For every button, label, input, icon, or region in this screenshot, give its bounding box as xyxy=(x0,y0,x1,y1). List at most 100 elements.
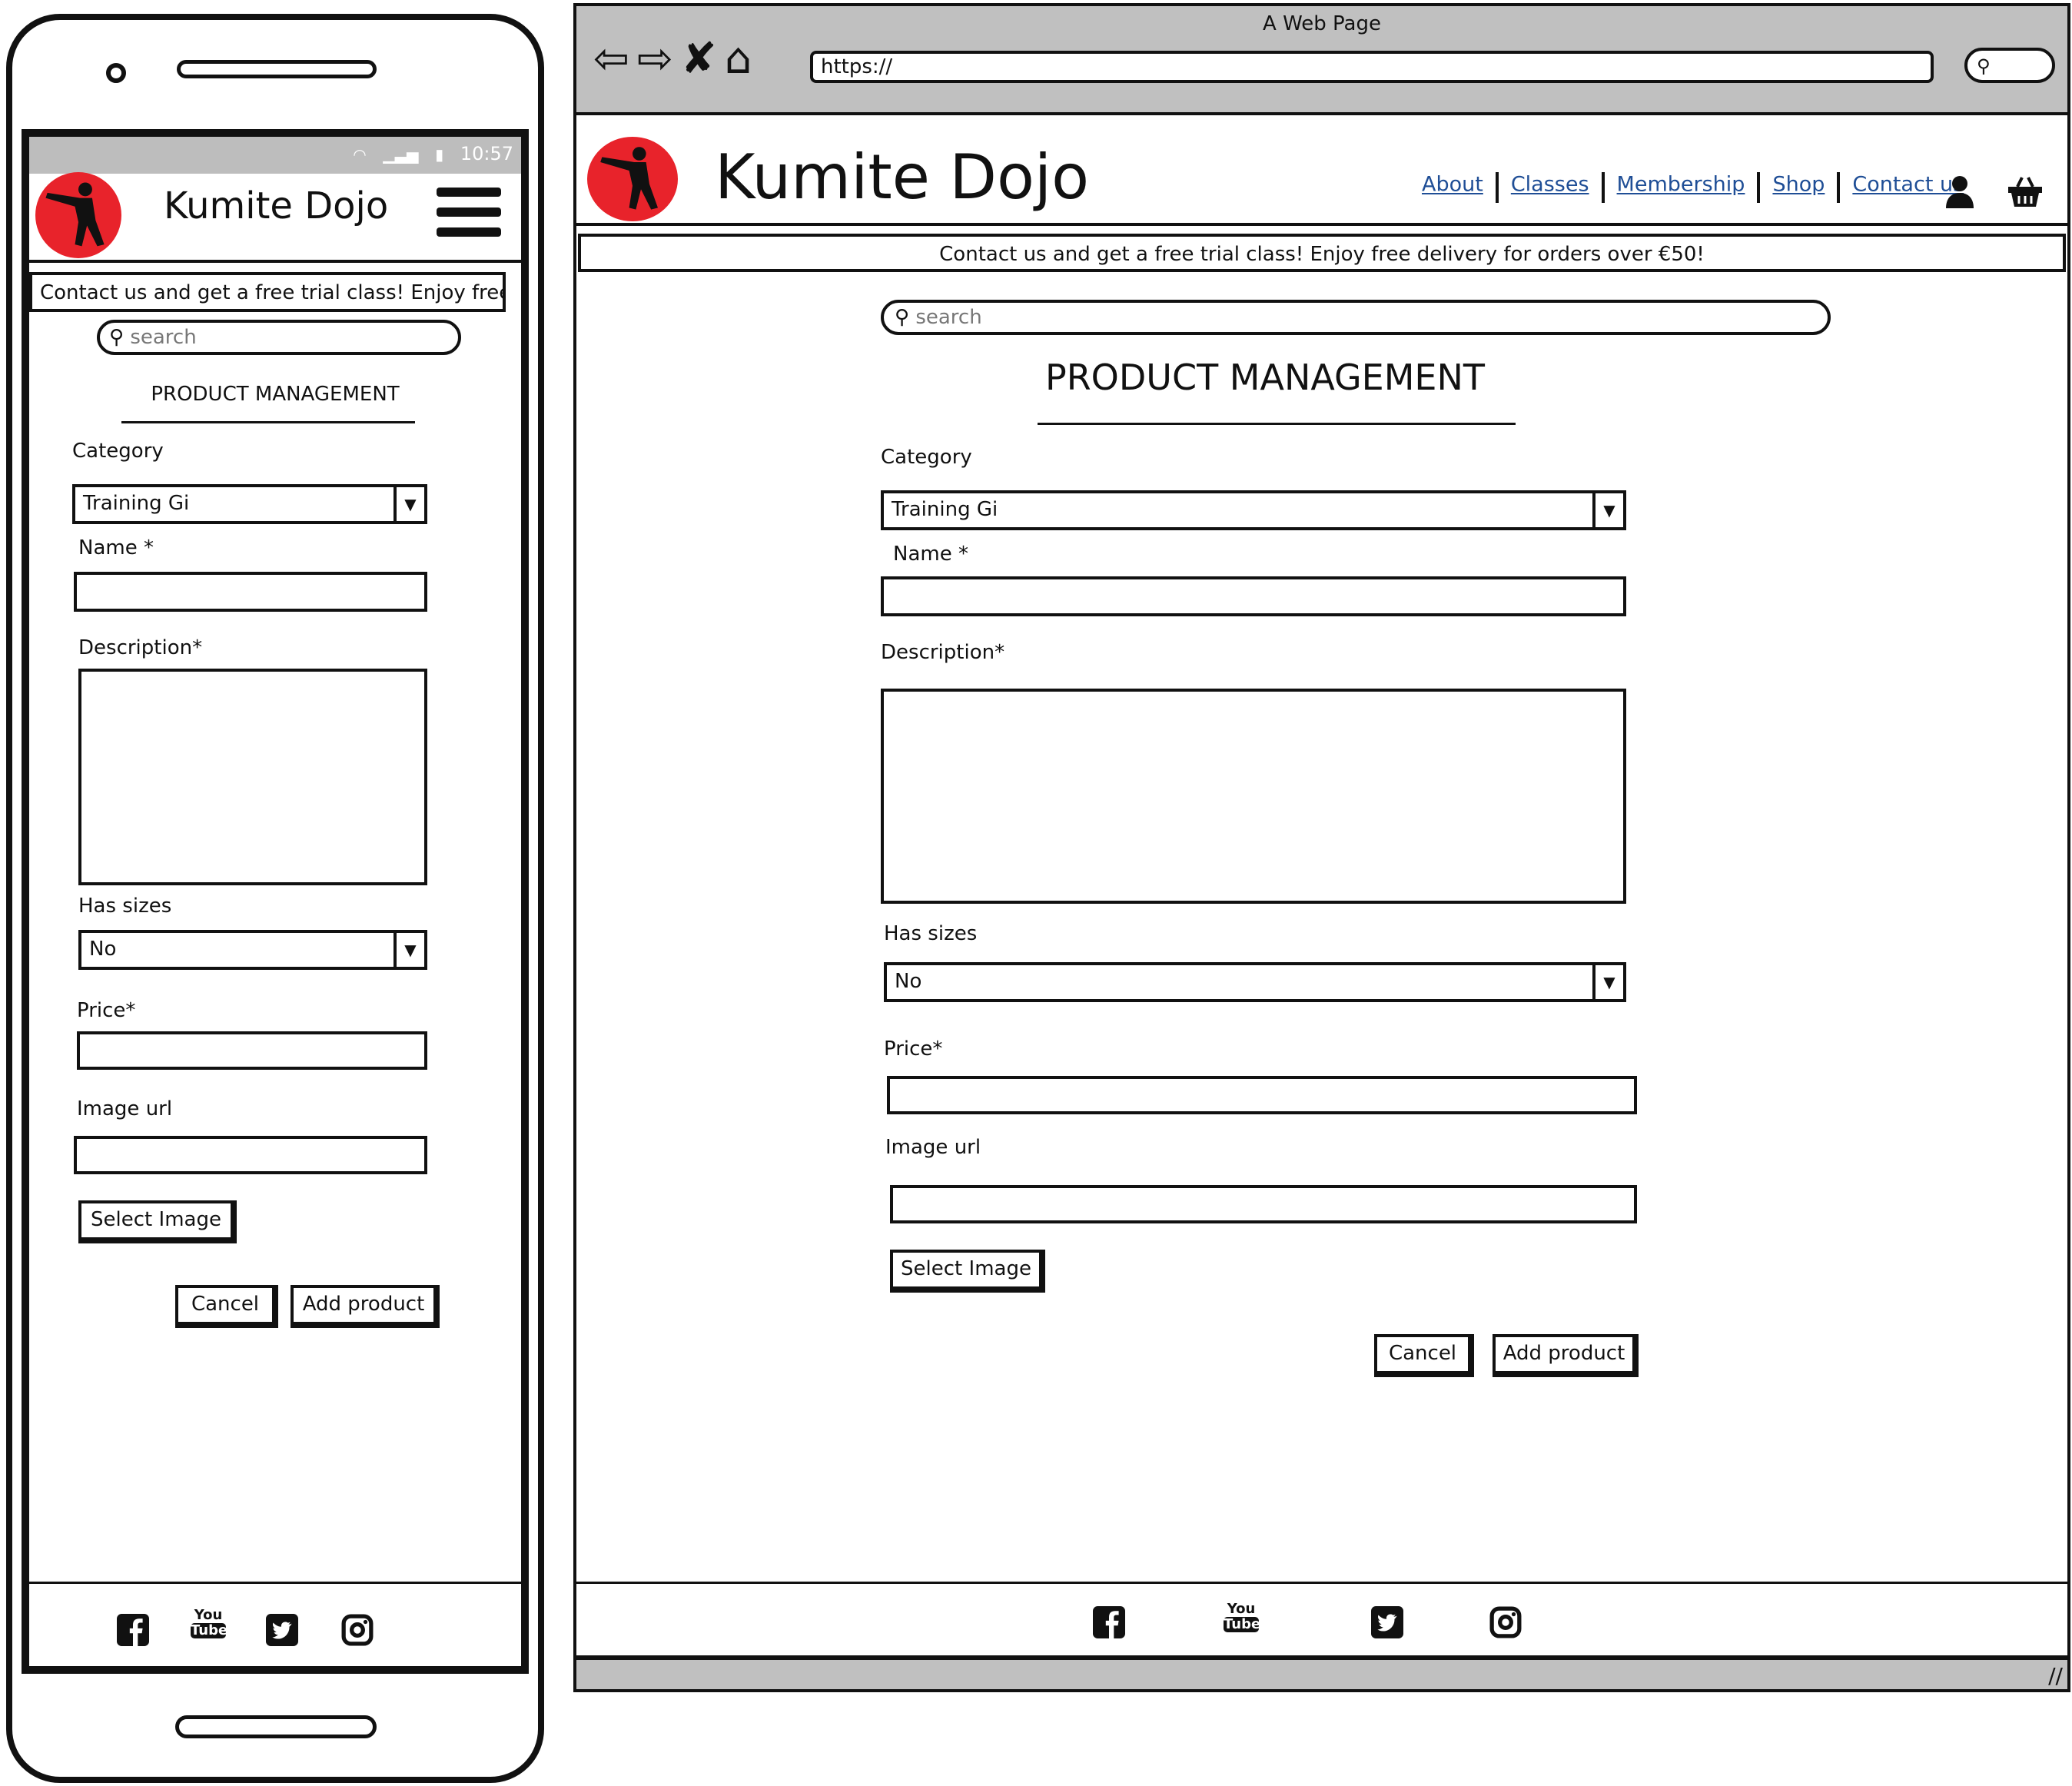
phone-home-button[interactable] xyxy=(175,1715,377,1738)
instagram-icon[interactable] xyxy=(1489,1606,1522,1638)
karate-kick-icon xyxy=(600,147,658,210)
category-value: Training Gi xyxy=(83,492,190,515)
browser-search-button[interactable]: ⚲ xyxy=(1964,48,2055,83)
window-title: A Web Page xyxy=(1263,12,1381,35)
phone-camera xyxy=(106,63,126,83)
brand-logo[interactable] xyxy=(35,172,121,258)
price-label: Price* xyxy=(884,1037,943,1061)
resize-grip-icon[interactable]: // xyxy=(2048,1663,2063,1688)
description-label: Description* xyxy=(881,641,1005,664)
chevron-down-icon[interactable]: ▼ xyxy=(1592,965,1623,999)
promo-banner: Contact us and get a free trial class! E… xyxy=(29,272,506,312)
footer-divider xyxy=(29,1582,521,1584)
nav-separator xyxy=(1837,172,1841,203)
price-input[interactable] xyxy=(887,1076,1637,1114)
add-product-button[interactable]: Add product xyxy=(1493,1334,1639,1377)
karate-kick-icon xyxy=(45,182,105,247)
description-textarea[interactable] xyxy=(881,689,1626,904)
promo-banner-text: Contact us and get a free trial class! E… xyxy=(939,243,1705,266)
search-placeholder: search xyxy=(130,326,197,349)
twitter-icon[interactable] xyxy=(266,1614,298,1646)
category-label: Category xyxy=(881,446,972,469)
brand-title[interactable]: Kumite Dojo xyxy=(715,141,1089,213)
address-bar[interactable]: https:// xyxy=(810,51,1934,83)
name-input[interactable] xyxy=(881,576,1626,616)
wifi-icon: ◠ xyxy=(353,145,367,164)
browser-status-bar: // xyxy=(576,1655,2067,1689)
phone-status-bar: ◠ ▁▃▅ ▮ 10:57 xyxy=(29,137,521,174)
cancel-button[interactable]: Cancel xyxy=(1374,1334,1474,1377)
nav-link-classes[interactable]: Classes xyxy=(1511,173,1589,197)
title-underline xyxy=(121,421,415,423)
main-nav: About Classes Membership Shop Contact us xyxy=(1422,172,1964,203)
header-divider xyxy=(576,223,2067,226)
forward-arrow-icon[interactable]: ⇨ xyxy=(637,34,681,84)
search-placeholder: search xyxy=(915,306,982,329)
nav-link-shop[interactable]: Shop xyxy=(1772,173,1825,197)
description-textarea[interactable] xyxy=(78,669,427,885)
facebook-icon[interactable] xyxy=(1093,1606,1125,1638)
search-icon: ⚲ xyxy=(1977,55,1991,77)
cancel-button[interactable]: Cancel xyxy=(175,1285,278,1328)
has-sizes-label: Has sizes xyxy=(884,922,978,945)
nav-separator xyxy=(1601,172,1605,203)
category-value: Training Gi xyxy=(892,498,998,521)
nav-link-membership[interactable]: Membership xyxy=(1617,173,1745,197)
youtube-icon[interactable]: You Tube xyxy=(191,1608,227,1638)
back-arrow-icon[interactable]: ⇦ xyxy=(593,34,637,84)
image-url-label: Image url xyxy=(77,1097,173,1120)
has-sizes-select[interactable]: No ▼ xyxy=(78,930,427,970)
has-sizes-value: No xyxy=(89,938,117,961)
category-select[interactable]: Training Gi ▼ xyxy=(881,490,1626,530)
brand-logo[interactable] xyxy=(587,137,678,221)
category-label: Category xyxy=(72,440,164,463)
browser-toolbar: A Web Page ⇦⇨✘⌂ https:// ⚲ xyxy=(576,6,2067,115)
youtube-icon[interactable]: You Tube xyxy=(1224,1602,1260,1632)
select-image-button[interactable]: Select Image xyxy=(890,1250,1045,1293)
battery-icon: ▮ xyxy=(435,145,444,164)
category-select[interactable]: Training Gi ▼ xyxy=(72,484,427,524)
brand-title[interactable]: Kumite Dojo xyxy=(164,184,388,227)
promo-banner: Contact us and get a free trial class! E… xyxy=(578,234,2066,272)
hamburger-menu-icon[interactable] xyxy=(437,188,501,247)
image-url-input[interactable] xyxy=(74,1136,427,1174)
price-input[interactable] xyxy=(77,1031,427,1070)
name-label: Name * xyxy=(893,543,968,566)
user-icon[interactable] xyxy=(1944,174,1975,208)
name-label: Name * xyxy=(78,536,154,559)
nav-link-about[interactable]: About xyxy=(1422,173,1483,197)
stop-icon[interactable]: ✘ xyxy=(681,34,725,84)
basket-icon[interactable] xyxy=(2007,174,2044,208)
browser-window: A Web Page ⇦⇨✘⌂ https:// ⚲ Kumite Dojo A… xyxy=(573,3,2070,1692)
instagram-icon[interactable] xyxy=(341,1614,374,1646)
search-input[interactable]: ⚲ search xyxy=(881,300,1831,335)
chevron-down-icon[interactable]: ▼ xyxy=(393,487,424,521)
status-time: 10:57 xyxy=(460,143,513,164)
image-url-input[interactable] xyxy=(890,1185,1637,1223)
chevron-down-icon[interactable]: ▼ xyxy=(393,933,424,967)
description-label: Description* xyxy=(78,636,203,659)
phone-speaker xyxy=(177,60,377,78)
facebook-icon[interactable] xyxy=(117,1614,149,1646)
page-title: PRODUCT MANAGEMENT xyxy=(151,383,400,406)
search-icon: ⚲ xyxy=(895,306,910,329)
signal-icon: ▁▃▅ xyxy=(383,145,419,164)
promo-banner-text: Contact us and get a free trial class! E… xyxy=(40,281,506,304)
title-underline xyxy=(1038,423,1516,425)
has-sizes-label: Has sizes xyxy=(78,895,172,918)
add-product-button[interactable]: Add product xyxy=(291,1285,440,1328)
search-input[interactable]: ⚲ search xyxy=(97,320,461,355)
footer-divider xyxy=(576,1582,2067,1584)
select-image-button[interactable]: Select Image xyxy=(78,1200,237,1243)
nav-separator xyxy=(1757,172,1761,203)
name-input[interactable] xyxy=(74,572,427,612)
home-icon[interactable]: ⌂ xyxy=(725,34,760,84)
url-text: https:// xyxy=(821,55,893,78)
chevron-down-icon[interactable]: ▼ xyxy=(1592,493,1623,527)
price-label: Price* xyxy=(77,999,136,1022)
twitter-icon[interactable] xyxy=(1371,1606,1403,1638)
search-icon: ⚲ xyxy=(109,326,125,349)
has-sizes-select[interactable]: No ▼ xyxy=(884,962,1626,1002)
phone-screen: ◠ ▁▃▅ ▮ 10:57 Kumite Dojo Contact us and… xyxy=(22,129,529,1674)
page-title: PRODUCT MANAGEMENT xyxy=(1044,357,1486,398)
